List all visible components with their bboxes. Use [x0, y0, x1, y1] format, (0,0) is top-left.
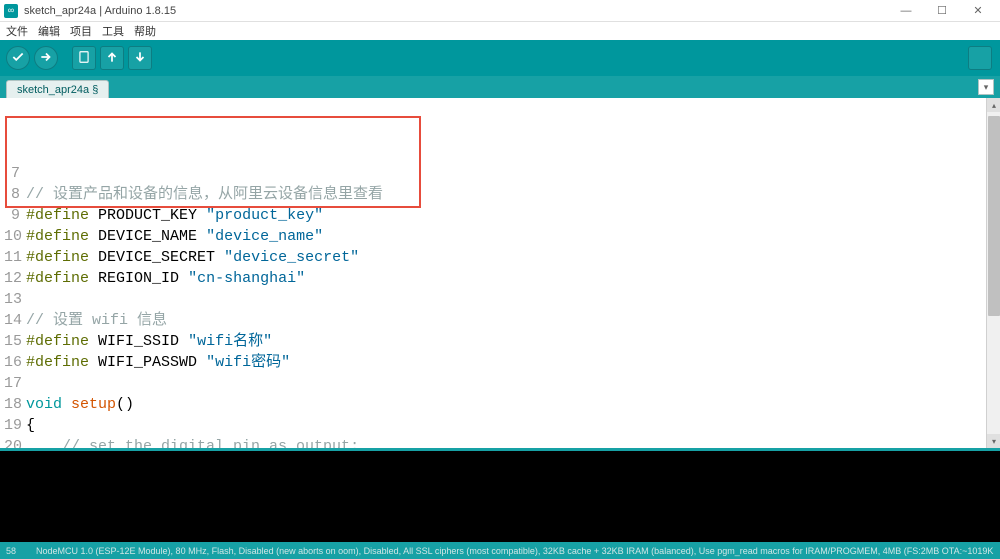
- line-number: 7: [4, 163, 26, 184]
- vertical-scrollbar[interactable]: ▴ ▾: [986, 98, 1000, 448]
- code-content[interactable]: // 设置 wifi 信息: [26, 310, 986, 331]
- arrow-up-icon: [105, 50, 119, 67]
- code-line[interactable]: 11#define DEVICE_SECRET "device_secret": [4, 247, 986, 268]
- new-sketch-button[interactable]: [72, 46, 96, 70]
- verify-button[interactable]: [6, 46, 30, 70]
- upload-button[interactable]: [34, 46, 58, 70]
- menu-edit[interactable]: 编辑: [38, 23, 60, 39]
- window-title: sketch_apr24a | Arduino 1.8.15: [24, 5, 176, 17]
- code-content[interactable]: {: [26, 415, 986, 436]
- maximize-button[interactable]: ☐: [924, 0, 960, 22]
- menu-sketch[interactable]: 项目: [70, 23, 92, 39]
- code-content[interactable]: #define WIFI_PASSWD "wifi密码": [26, 352, 986, 373]
- line-number: 18: [4, 394, 26, 415]
- line-number: 13: [4, 289, 26, 310]
- code-line[interactable]: 10#define DEVICE_NAME "device_name": [4, 226, 986, 247]
- title-bar: sketch_apr24a | Arduino 1.8.15 — ☐ ✕: [0, 0, 1000, 22]
- open-sketch-button[interactable]: [100, 46, 124, 70]
- code-line[interactable]: 12#define REGION_ID "cn-shanghai": [4, 268, 986, 289]
- scrollbar-thumb[interactable]: [988, 116, 1000, 316]
- code-line[interactable]: 18void setup(): [4, 394, 986, 415]
- arduino-logo-icon: [4, 4, 18, 18]
- scroll-up-icon[interactable]: ▴: [987, 98, 1000, 112]
- line-number: 11: [4, 247, 26, 268]
- code-content[interactable]: // 设置产品和设备的信息，从阿里云设备信息里查看: [26, 184, 986, 205]
- tab-bar: sketch_apr24a § ▾: [0, 76, 1000, 98]
- arrow-down-icon: [133, 50, 147, 67]
- code-line[interactable]: 17: [4, 373, 986, 394]
- code-line[interactable]: 15#define WIFI_SSID "wifi名称": [4, 331, 986, 352]
- line-number: 16: [4, 352, 26, 373]
- check-icon: [11, 50, 25, 67]
- code-line[interactable]: 7: [4, 163, 986, 184]
- code-content[interactable]: #define DEVICE_SECRET "device_secret": [26, 247, 986, 268]
- tab-active[interactable]: sketch_apr24a §: [6, 80, 109, 98]
- editor-area: 78// 设置产品和设备的信息，从阿里云设备信息里查看9#define PROD…: [0, 98, 1000, 448]
- code-line[interactable]: 20 // set the digital pin as output:: [4, 436, 986, 448]
- status-board-info: NodeMCU 1.0 (ESP-12E Module), 80 MHz, Fl…: [36, 544, 994, 557]
- code-content[interactable]: #define REGION_ID "cn-shanghai": [26, 268, 986, 289]
- menu-bar: 文件 编辑 项目 工具 帮助: [0, 22, 1000, 40]
- minimize-button[interactable]: —: [888, 0, 924, 22]
- code-line[interactable]: 13: [4, 289, 986, 310]
- code-content[interactable]: // set the digital pin as output:: [26, 436, 986, 448]
- menu-file[interactable]: 文件: [6, 23, 28, 39]
- save-sketch-button[interactable]: [128, 46, 152, 70]
- code-line[interactable]: 14// 设置 wifi 信息: [4, 310, 986, 331]
- scroll-down-icon[interactable]: ▾: [987, 434, 1000, 448]
- menu-tools[interactable]: 工具: [102, 23, 124, 39]
- line-number: 8: [4, 184, 26, 205]
- chevron-down-icon: ▾: [984, 82, 989, 93]
- code-line[interactable]: 9#define PRODUCT_KEY "product_key": [4, 205, 986, 226]
- code-content[interactable]: #define WIFI_SSID "wifi名称": [26, 331, 986, 352]
- code-content[interactable]: #define DEVICE_NAME "device_name": [26, 226, 986, 247]
- line-number: 15: [4, 331, 26, 352]
- code-line[interactable]: 19{: [4, 415, 986, 436]
- code-content[interactable]: [26, 163, 986, 184]
- menu-help[interactable]: 帮助: [134, 23, 156, 39]
- code-content[interactable]: [26, 289, 986, 310]
- status-bar: 58 NodeMCU 1.0 (ESP-12E Module), 80 MHz,…: [0, 542, 1000, 559]
- arrow-right-icon: [39, 50, 53, 67]
- file-new-icon: [77, 50, 91, 67]
- code-content[interactable]: [26, 373, 986, 394]
- close-button[interactable]: ✕: [960, 0, 996, 22]
- serial-monitor-button[interactable]: [968, 46, 992, 70]
- code-editor[interactable]: 78// 设置产品和设备的信息，从阿里云设备信息里查看9#define PROD…: [0, 98, 986, 448]
- line-number: 10: [4, 226, 26, 247]
- line-number: 14: [4, 310, 26, 331]
- line-number: 9: [4, 205, 26, 226]
- code-line[interactable]: 16#define WIFI_PASSWD "wifi密码": [4, 352, 986, 373]
- code-content[interactable]: void setup(): [26, 394, 986, 415]
- output-panel: [0, 448, 1000, 542]
- code-line[interactable]: 8// 设置产品和设备的信息，从阿里云设备信息里查看: [4, 184, 986, 205]
- code-content[interactable]: #define PRODUCT_KEY "product_key": [26, 205, 986, 226]
- line-number: 12: [4, 268, 26, 289]
- toolbar: [0, 40, 1000, 76]
- line-number: 20: [4, 436, 26, 448]
- line-number: 17: [4, 373, 26, 394]
- status-line-col: 58: [6, 546, 36, 556]
- tab-menu-button[interactable]: ▾: [978, 79, 994, 95]
- line-number: 19: [4, 415, 26, 436]
